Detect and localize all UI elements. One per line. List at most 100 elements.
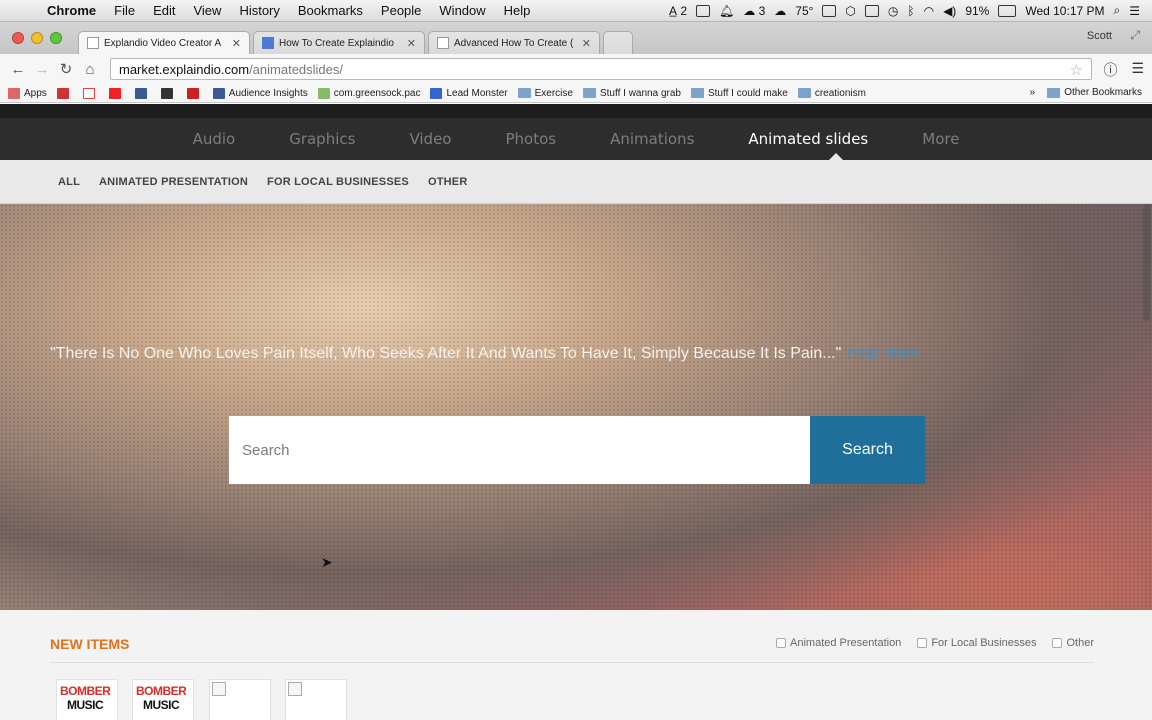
bookmark-facebook[interactable] xyxy=(134,87,151,99)
status-square-icon[interactable] xyxy=(696,4,711,17)
menu-chrome[interactable]: Chrome xyxy=(38,3,105,18)
menu-history[interactable]: History xyxy=(230,3,288,18)
close-tab-icon[interactable]: ✕ xyxy=(232,37,241,50)
item-thumbnail[interactable] xyxy=(209,679,271,720)
zoom-window-button[interactable] xyxy=(50,32,62,44)
clock-text[interactable]: Wed 10:17 PM xyxy=(1025,4,1104,18)
menu-people[interactable]: People xyxy=(372,3,430,18)
subnav-animated-presentation[interactable]: ANIMATED PRESENTATION xyxy=(99,176,248,188)
profile-button[interactable]: Scott xyxy=(1087,30,1112,42)
overflow-chevron-icon[interactable]: » xyxy=(1030,87,1036,98)
close-tab-icon[interactable]: ✕ xyxy=(582,37,591,50)
battery-icon[interactable] xyxy=(998,4,1017,17)
bell-icon[interactable]: 🔔︎ xyxy=(719,4,734,18)
filter-animated-presentation[interactable]: Animated Presentation xyxy=(776,637,901,649)
bluetooth-icon[interactable]: ᛒ xyxy=(907,4,914,18)
filter-local-businesses[interactable]: For Local Businesses xyxy=(917,637,1036,649)
chrome-menu-icon[interactable]: ☰ xyxy=(1131,60,1144,80)
address-bar[interactable]: market.explaindio.com/animatedslides/ ☆ xyxy=(110,58,1092,80)
subnav-local-businesses[interactable]: FOR LOCAL BUSINESSES xyxy=(267,176,409,188)
wifi-icon[interactable]: ◠ xyxy=(924,4,934,18)
bookmark-gmail[interactable] xyxy=(82,87,99,99)
bookmark-audience-insights[interactable]: Audience Insights xyxy=(212,87,308,99)
spotlight-icon[interactable]: ⌕ xyxy=(1114,3,1121,18)
nav-photos[interactable]: Photos xyxy=(478,130,583,148)
bookmark-favicon-icon xyxy=(56,87,69,99)
browser-toolbar: ← → ↻ ⌂ market.explaindio.com/animatedsl… xyxy=(0,54,1152,84)
extension-icon[interactable]: ⓘ xyxy=(1103,60,1117,80)
bookmark-greensock[interactable]: com.greensock.pac xyxy=(317,87,420,99)
home-icon[interactable]: ⌂ xyxy=(78,61,102,78)
bookmark-apps[interactable]: Apps xyxy=(8,87,47,99)
checkbox[interactable] xyxy=(1052,638,1063,648)
bookmark-icon-5[interactable] xyxy=(160,87,177,99)
tab-advanced-how-to[interactable]: Advanced How To Create ( ✕ xyxy=(428,31,600,54)
filter-other[interactable]: Other xyxy=(1052,637,1094,649)
menu-help[interactable]: Help xyxy=(495,3,540,18)
subnav-all[interactable]: ALL xyxy=(58,176,80,188)
screen-record-icon[interactable] xyxy=(822,4,837,17)
notification-center-icon[interactable]: ☰ xyxy=(1129,4,1140,18)
active-nav-caret xyxy=(829,153,843,160)
airplay-icon[interactable] xyxy=(864,4,879,17)
nav-animations[interactable]: Animations xyxy=(583,130,721,148)
bookmark-lead-monster[interactable]: Lead Monster xyxy=(430,87,508,99)
nav-audio[interactable]: Audio xyxy=(166,130,263,148)
item-thumbnail[interactable] xyxy=(285,679,347,720)
bookmark-folder-stuff-grab[interactable]: Stuff I wanna grab xyxy=(582,88,681,99)
cloud-sync-icon[interactable]: ☁ 3 xyxy=(743,4,765,18)
thumb-text: MUSIC xyxy=(67,698,104,712)
read-more-link[interactable]: read more xyxy=(847,345,920,362)
forward-arrow-icon[interactable]: → xyxy=(30,61,54,78)
status-area: A̲ 2 🔔︎ ☁ 3 ☁ 75° ⬡ ◷ ᛒ ◠ ◀︎) 91% Wed 10… xyxy=(669,3,1152,18)
new-tab-button[interactable] xyxy=(603,31,633,54)
close-tab-icon[interactable]: ✕ xyxy=(407,37,416,50)
bookmark-icon-1[interactable] xyxy=(56,87,73,99)
back-arrow-icon[interactable]: ← xyxy=(6,61,30,78)
bookmark-star-icon[interactable]: ☆ xyxy=(1070,61,1083,79)
bookmark-youtube[interactable] xyxy=(108,87,125,99)
adobe-icon[interactable]: A̲ 2 xyxy=(669,4,687,18)
item-thumbnail[interactable]: BOMBER MUSIC xyxy=(132,679,194,720)
search-button[interactable]: Search xyxy=(810,416,925,484)
page-scrollbar[interactable] xyxy=(1143,204,1150,321)
checkbox[interactable] xyxy=(776,638,787,648)
bookmark-folder-exercise[interactable]: Exercise xyxy=(517,88,573,99)
dropbox-icon[interactable]: ⬡ xyxy=(845,4,855,18)
battery-percent: 91% xyxy=(965,3,990,18)
search-input[interactable] xyxy=(229,416,810,484)
hero-banner: "There Is No One Who Loves Pain Itself, … xyxy=(0,204,1152,610)
checkbox[interactable] xyxy=(917,638,928,648)
bookmark-folder-stuff-make[interactable]: Stuff I could make xyxy=(690,88,788,99)
bookmark-folder-creationism[interactable]: creationism xyxy=(797,88,866,99)
volume-icon[interactable]: ◀︎) xyxy=(943,4,956,18)
bookmark-favicon-icon xyxy=(186,87,199,99)
tab-explaindio-video-creator[interactable]: Explandio Video Creator A ✕ xyxy=(78,31,250,54)
other-bookmarks[interactable]: » Other Bookmarks xyxy=(1030,87,1142,98)
item-thumbnail[interactable]: BOMBER MUSIC xyxy=(56,679,118,720)
nav-animated-slides[interactable]: Animated slides xyxy=(721,130,895,148)
nav-video[interactable]: Video xyxy=(382,130,478,148)
folder-icon xyxy=(690,88,704,98)
menu-bookmarks[interactable]: Bookmarks xyxy=(289,3,372,18)
nav-more[interactable]: More xyxy=(895,130,986,148)
folder-icon xyxy=(517,88,531,98)
bookmark-label: Lead Monster xyxy=(446,87,508,99)
weather-icon[interactable]: ☁ xyxy=(774,4,786,18)
clock-icon[interactable]: ◷ xyxy=(888,4,898,18)
fullscreen-icon[interactable]: ⤢ xyxy=(1130,28,1140,43)
nav-graphics[interactable]: Graphics xyxy=(262,130,382,148)
minimize-window-button[interactable] xyxy=(31,32,43,44)
tab-how-to-create[interactable]: How To Create Explaindio ✕ xyxy=(253,31,425,54)
page-favicon-icon xyxy=(87,37,99,49)
close-window-button[interactable] xyxy=(12,32,24,44)
menu-view[interactable]: View xyxy=(184,3,230,18)
menu-window[interactable]: Window xyxy=(430,3,494,18)
reload-icon[interactable]: ↻ xyxy=(54,60,78,78)
menu-file[interactable]: File xyxy=(105,3,144,18)
mouse-cursor-icon: ➤ xyxy=(321,554,333,570)
site-top-bar xyxy=(0,104,1152,118)
bookmark-icon-6[interactable] xyxy=(186,87,203,99)
menu-edit[interactable]: Edit xyxy=(144,3,184,18)
subnav-other[interactable]: OTHER xyxy=(428,176,468,188)
